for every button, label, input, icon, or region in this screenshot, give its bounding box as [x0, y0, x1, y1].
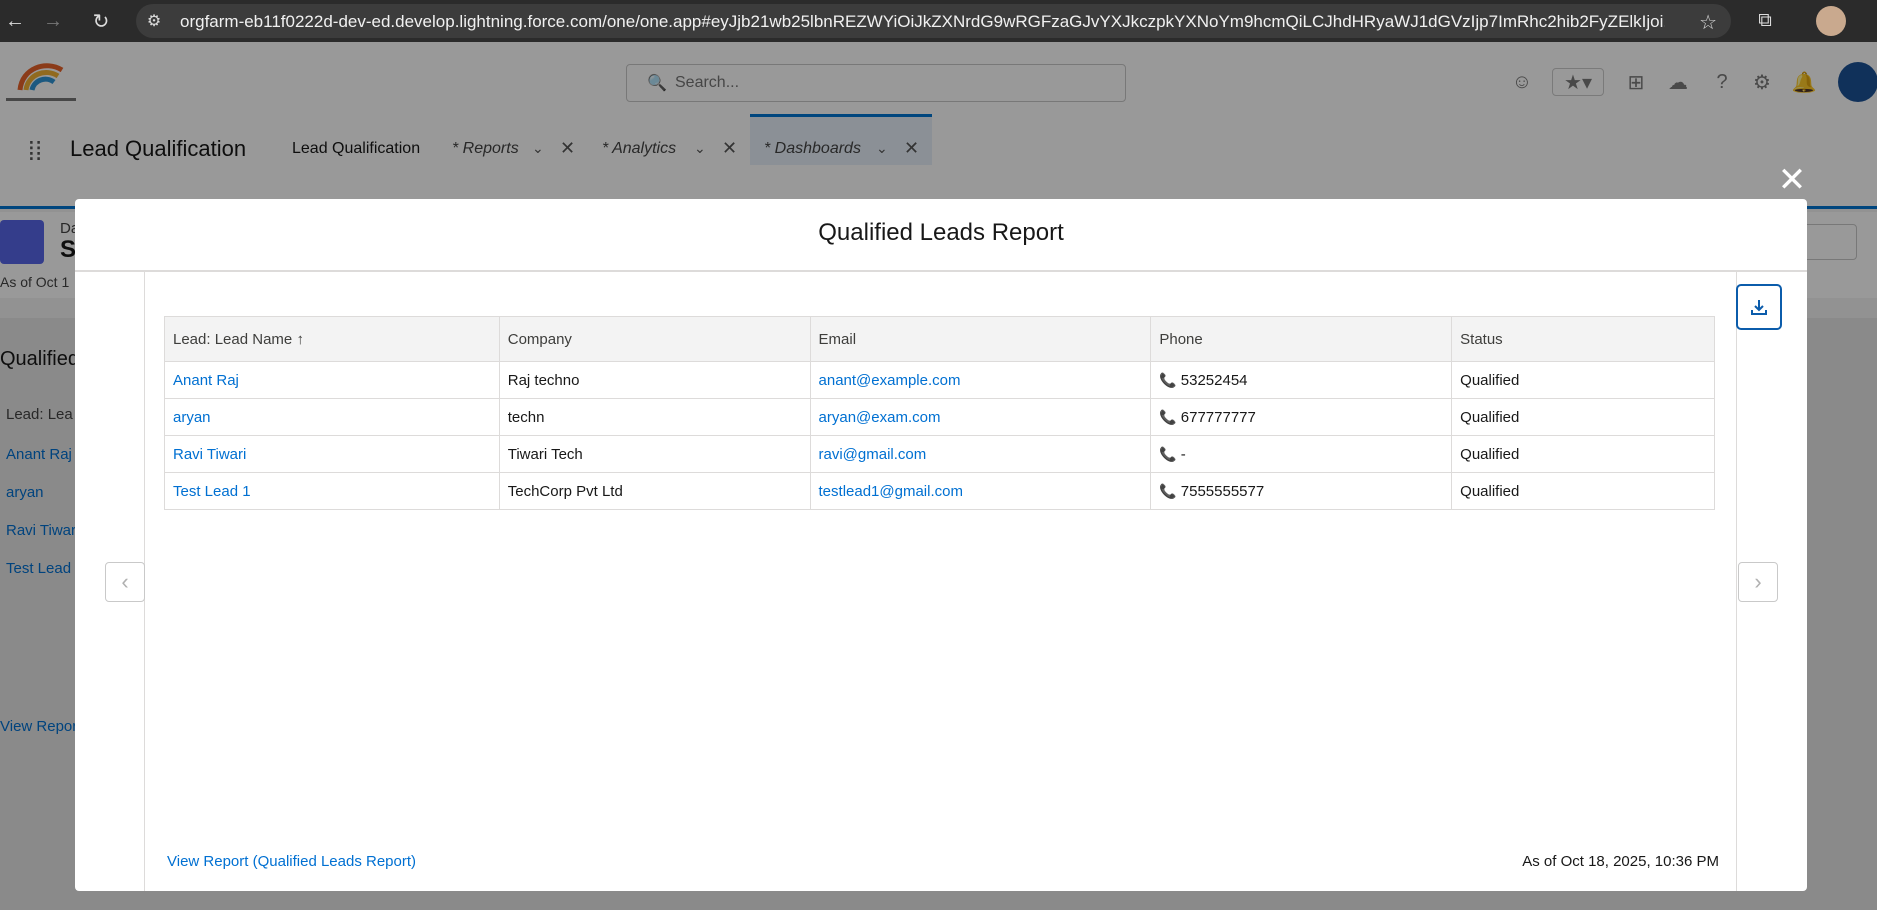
modal-header: Qualified Leads Report: [75, 199, 1807, 272]
status-cell: Qualified: [1451, 435, 1715, 473]
report-table: Lead: Lead Name ↑ Company Email Phone St…: [164, 316, 1715, 510]
extensions-icon[interactable]: ⧉: [1752, 8, 1778, 34]
lead-name-link[interactable]: aryan: [164, 398, 500, 436]
modal-close-icon[interactable]: ✕: [1774, 162, 1810, 198]
company-cell: TechCorp Pvt Ltd: [498, 472, 811, 510]
download-button[interactable]: [1736, 284, 1782, 330]
table-row: Ravi Tiwari Tiwari Tech ravi@gmail.com 📞…: [164, 435, 1715, 473]
site-settings-icon[interactable]: ⚙: [144, 11, 164, 31]
phone-icon: 📞: [1159, 371, 1177, 388]
status-cell: Qualified: [1451, 398, 1715, 436]
forward-icon[interactable]: →: [40, 8, 66, 34]
phone-cell: 📞 -: [1150, 435, 1453, 473]
bookmark-star-icon[interactable]: ☆: [1699, 10, 1717, 35]
address-bar[interactable]: ⚙ orgfarm-eb11f0222d-dev-ed.develop.ligh…: [136, 4, 1731, 38]
lead-name-link[interactable]: Anant Raj: [164, 361, 500, 399]
column-header-status[interactable]: Status: [1451, 316, 1715, 362]
modal-title: Qualified Leads Report: [818, 219, 1064, 246]
phone-icon: 📞: [1159, 482, 1177, 499]
phone-icon: 📞: [1159, 408, 1177, 425]
reload-icon[interactable]: ↻: [88, 8, 114, 34]
next-arrow-icon[interactable]: ›: [1738, 562, 1778, 602]
email-link[interactable]: anant@example.com: [809, 361, 1152, 399]
table-row: Test Lead 1 TechCorp Pvt Ltd testlead1@g…: [164, 472, 1715, 510]
phone-cell: 📞 53252454: [1150, 361, 1453, 399]
profile-avatar[interactable]: [1816, 6, 1846, 36]
email-link[interactable]: ravi@gmail.com: [809, 435, 1152, 473]
column-header-email[interactable]: Email: [809, 316, 1152, 362]
email-link[interactable]: testlead1@gmail.com: [809, 472, 1152, 510]
table-row: Anant Raj Raj techno anant@example.com 📞…: [164, 361, 1715, 399]
company-cell: Raj techno: [498, 361, 811, 399]
column-header-lead-name[interactable]: Lead: Lead Name ↑: [164, 316, 500, 362]
company-cell: Tiwari Tech: [498, 435, 811, 473]
column-header-phone[interactable]: Phone: [1150, 316, 1453, 362]
previous-arrow-icon[interactable]: ‹: [105, 562, 145, 602]
as-of-timestamp: As of Oct 18, 2025, 10:36 PM: [1522, 853, 1719, 870]
phone-icon: 📞: [1159, 445, 1177, 462]
sort-ascending-icon: ↑: [296, 330, 304, 348]
email-link[interactable]: aryan@exam.com: [809, 398, 1152, 436]
status-cell: Qualified: [1451, 472, 1715, 510]
download-icon: [1751, 300, 1767, 315]
browser-toolbar: ← → ↻ ⚙ orgfarm-eb11f0222d-dev-ed.develo…: [0, 0, 1877, 42]
table-header-row: Lead: Lead Name ↑ Company Email Phone St…: [164, 316, 1715, 362]
company-cell: techn: [498, 398, 811, 436]
lead-name-link[interactable]: Ravi Tiwari: [164, 435, 500, 473]
phone-cell: 📞 677777777: [1150, 398, 1453, 436]
status-cell: Qualified: [1451, 361, 1715, 399]
back-icon[interactable]: ←: [2, 8, 28, 34]
view-report-link[interactable]: View Report (Qualified Leads Report): [167, 853, 416, 870]
report-modal: Qualified Leads Report ‹ › Lead: Lead Na…: [75, 199, 1807, 891]
table-row: aryan techn aryan@exam.com 📞 677777777 Qu…: [164, 398, 1715, 436]
phone-cell: 📞 7555555577: [1150, 472, 1453, 510]
column-header-company[interactable]: Company: [498, 316, 811, 362]
url-text[interactable]: orgfarm-eb11f0222d-dev-ed.develop.lightn…: [180, 12, 1665, 32]
lead-name-link[interactable]: Test Lead 1: [164, 472, 500, 510]
